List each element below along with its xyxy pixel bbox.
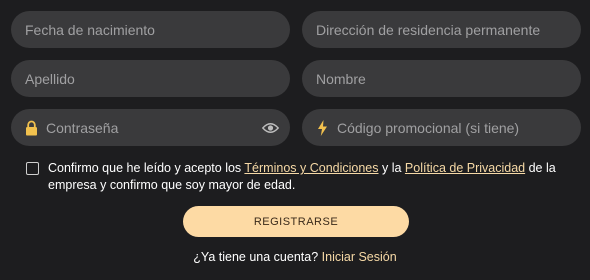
lock-icon: [24, 119, 38, 137]
terms-checkbox[interactable]: [26, 162, 39, 175]
first-name-field[interactable]: [302, 60, 581, 97]
password-input[interactable]: [38, 109, 260, 146]
first-name-input[interactable]: [302, 60, 581, 97]
lightning-icon: [315, 119, 329, 137]
birth-date-field[interactable]: [11, 11, 290, 48]
permanent-address-input[interactable]: [302, 11, 581, 48]
password-field[interactable]: [11, 109, 290, 146]
privacy-link[interactable]: Política de Privacidad: [405, 161, 525, 175]
login-prompt: ¿Ya tiene una cuenta? Iniciar Sesión: [0, 250, 590, 264]
terms-consent: Confirmo que he leído y acepto los Térmi…: [26, 160, 566, 194]
birth-date-input[interactable]: [11, 11, 290, 48]
permanent-address-field[interactable]: [302, 11, 581, 48]
login-link[interactable]: Iniciar Sesión: [322, 250, 397, 264]
last-name-field[interactable]: [11, 60, 290, 97]
eye-icon[interactable]: [260, 118, 280, 138]
consent-text-before: Confirmo que he leído y acepto los: [48, 161, 245, 175]
login-prompt-text: ¿Ya tiene una cuenta?: [193, 250, 322, 264]
promo-code-input[interactable]: [329, 109, 581, 146]
last-name-input[interactable]: [11, 60, 290, 97]
register-button[interactable]: REGISTRARSE: [183, 206, 409, 237]
terms-link[interactable]: Términos y Condiciones: [244, 161, 378, 175]
terms-consent-text: Confirmo que he leído y acepto los Térmi…: [48, 160, 566, 194]
promo-code-field[interactable]: [302, 109, 581, 146]
consent-text-middle: y la: [378, 161, 405, 175]
